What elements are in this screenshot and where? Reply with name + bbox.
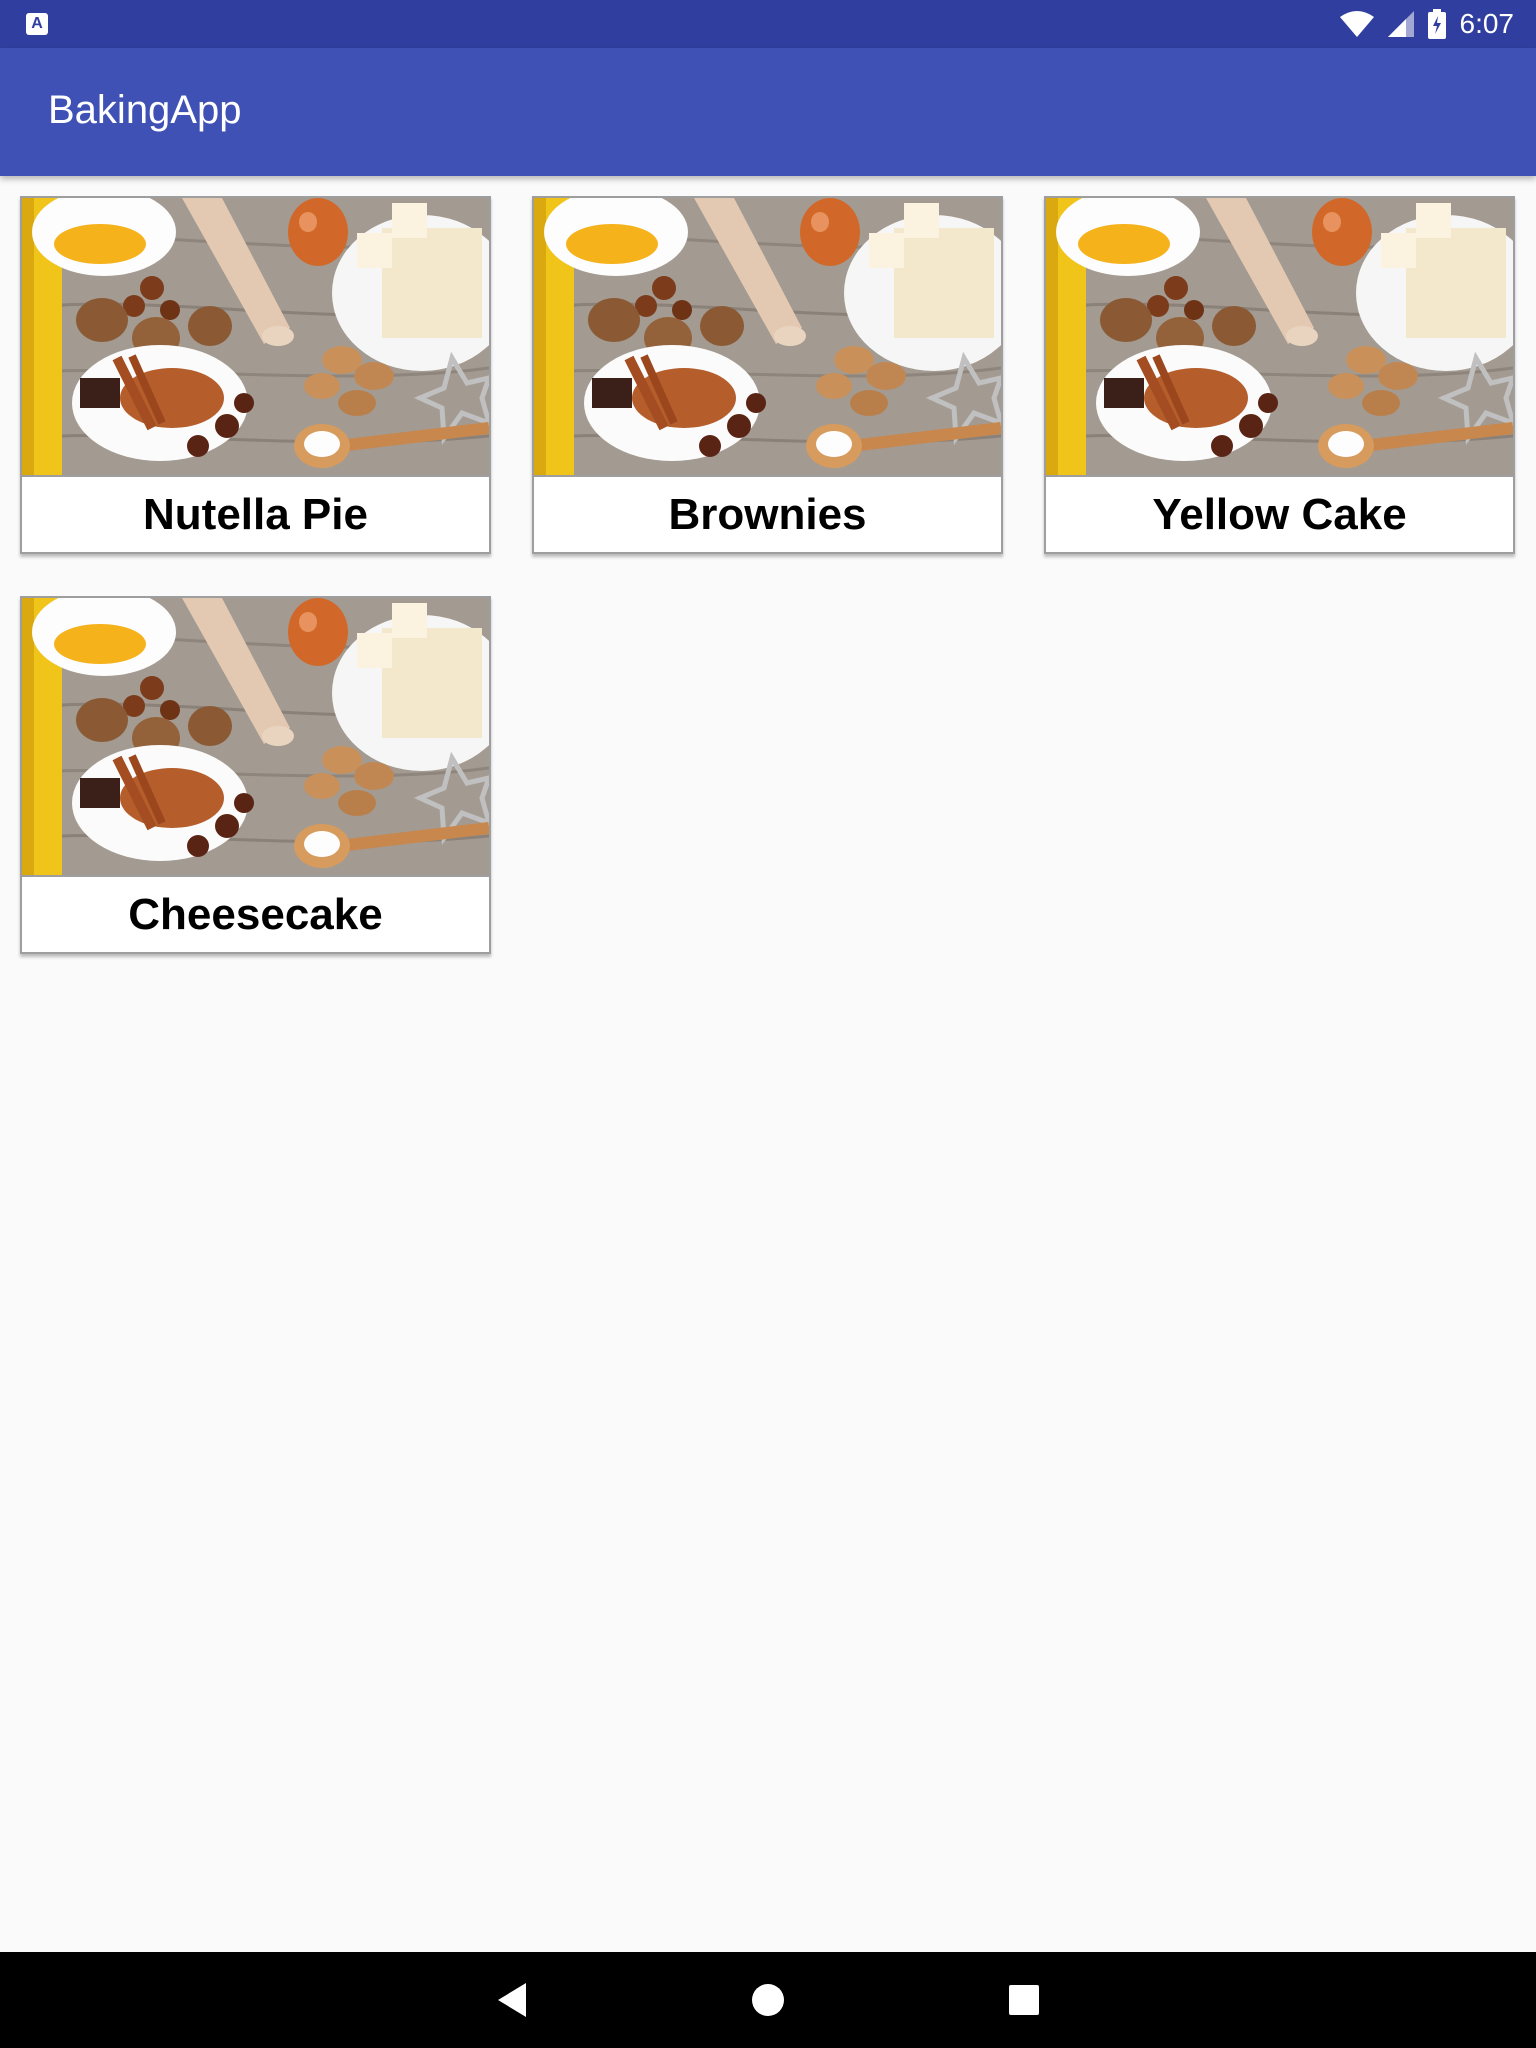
battery-charging-icon	[1427, 9, 1446, 39]
recipe-image	[534, 198, 1001, 475]
status-bar: A 6:07	[0, 0, 1536, 48]
recipe-image	[22, 198, 489, 475]
back-icon	[498, 1983, 526, 2017]
recents-icon	[1009, 1985, 1039, 2015]
navigation-bar	[0, 1952, 1536, 2048]
recents-button[interactable]	[994, 1970, 1054, 2030]
signal-icon	[1387, 11, 1414, 37]
recipe-image	[1046, 198, 1513, 475]
home-icon	[752, 1984, 784, 2016]
recipe-card[interactable]: Cheesecake	[20, 596, 491, 954]
recipe-card[interactable]: Brownies	[532, 196, 1003, 554]
recipe-card[interactable]: Nutella Pie	[20, 196, 491, 554]
back-button[interactable]	[482, 1970, 542, 2030]
recipe-name: Yellow Cake	[1046, 475, 1513, 552]
wifi-icon	[1339, 11, 1374, 37]
clock: 6:07	[1459, 8, 1515, 39]
notification-icon: A	[26, 13, 48, 35]
recipe-name: Brownies	[534, 475, 1001, 552]
recipe-card[interactable]: Yellow Cake	[1044, 196, 1515, 554]
recipe-image	[22, 598, 489, 875]
home-button[interactable]	[738, 1970, 798, 2030]
recipe-name: Cheesecake	[22, 875, 489, 952]
app-bar: BakingApp	[0, 48, 1536, 176]
app-title: BakingApp	[48, 88, 242, 132]
recipe-name: Nutella Pie	[22, 475, 489, 552]
